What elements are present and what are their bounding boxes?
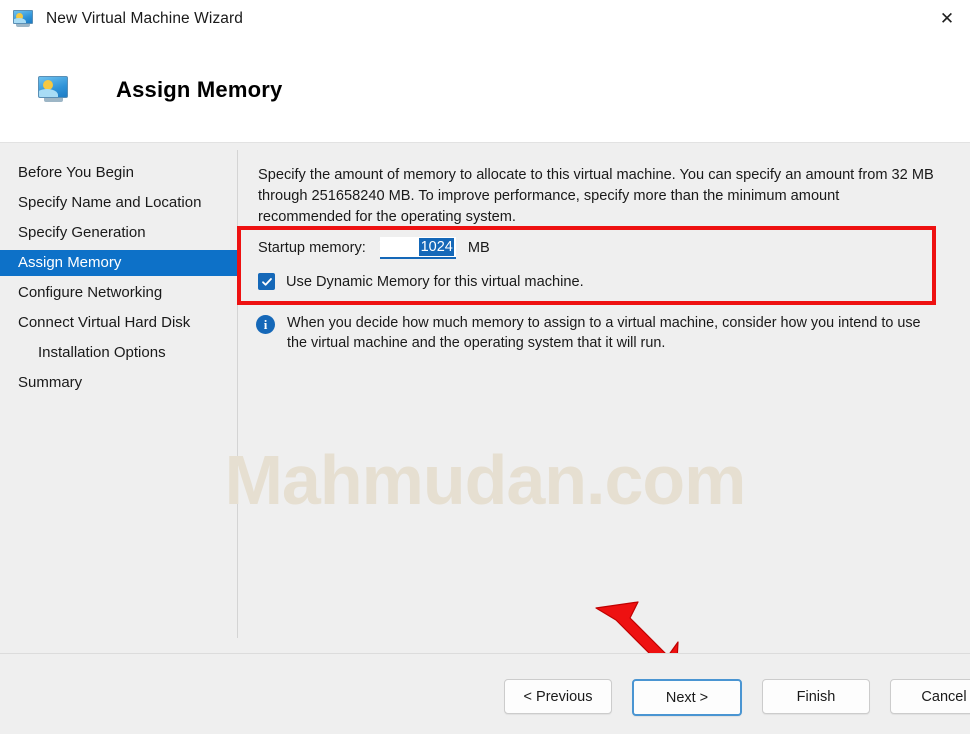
sidebar-item-specify-generation[interactable]: Specify Generation xyxy=(0,220,237,246)
wizard-step-list: Before You Begin Specify Name and Locati… xyxy=(0,160,237,400)
sidebar-item-before-you-begin[interactable]: Before You Begin xyxy=(0,160,237,186)
sidebar-item-connect-virtual-hard-disk[interactable]: Connect Virtual Hard Disk xyxy=(0,310,237,336)
sidebar-item-summary[interactable]: Summary xyxy=(0,370,237,396)
startup-memory-value: 1024 xyxy=(418,238,454,256)
sidebar-item-installation-options[interactable]: Installation Options xyxy=(0,340,237,366)
sidebar-item-configure-networking[interactable]: Configure Networking xyxy=(0,280,237,306)
next-button[interactable]: Next > xyxy=(632,679,742,716)
virtual-machine-icon xyxy=(36,75,70,105)
info-icon: i xyxy=(256,315,275,334)
window-title: New Virtual Machine Wizard xyxy=(46,10,243,27)
close-icon[interactable]: ✕ xyxy=(924,0,970,38)
startup-memory-unit: MB xyxy=(467,240,490,256)
window-titlebar: New Virtual Machine Wizard ✕ xyxy=(0,0,970,38)
footer-button-bar: < Previous Next > Finish Cancel xyxy=(504,679,970,716)
dynamic-memory-label: Use Dynamic Memory for this virtual mach… xyxy=(286,273,584,290)
startup-memory-label: Startup memory: xyxy=(258,240,366,256)
description-text: Specify the amount of memory to allocate… xyxy=(258,167,934,225)
previous-button[interactable]: < Previous xyxy=(504,679,612,714)
checkmark-icon[interactable] xyxy=(258,273,275,290)
startup-memory-input[interactable]: 1024 xyxy=(379,237,456,259)
startup-memory-row: Startup memory: 1024 MB xyxy=(258,237,490,259)
page-title: Assign Memory xyxy=(116,77,283,102)
virtual-machine-icon xyxy=(12,9,34,29)
main-content: Specify the amount of memory to allocate… xyxy=(256,165,938,351)
info-note: i When you decide how much memory to ass… xyxy=(256,313,946,353)
info-note-text: When you decide how much memory to assig… xyxy=(287,315,921,351)
sidebar-item-specify-name-and-location[interactable]: Specify Name and Location xyxy=(0,190,237,216)
sidebar-divider xyxy=(237,150,238,638)
wizard-banner: Assign Memory xyxy=(0,38,970,143)
finish-button[interactable]: Finish xyxy=(762,679,870,714)
sidebar-item-assign-memory[interactable]: Assign Memory xyxy=(0,250,237,276)
dynamic-memory-checkbox-row[interactable]: Use Dynamic Memory for this virtual mach… xyxy=(258,273,584,290)
cancel-button[interactable]: Cancel xyxy=(890,679,970,714)
